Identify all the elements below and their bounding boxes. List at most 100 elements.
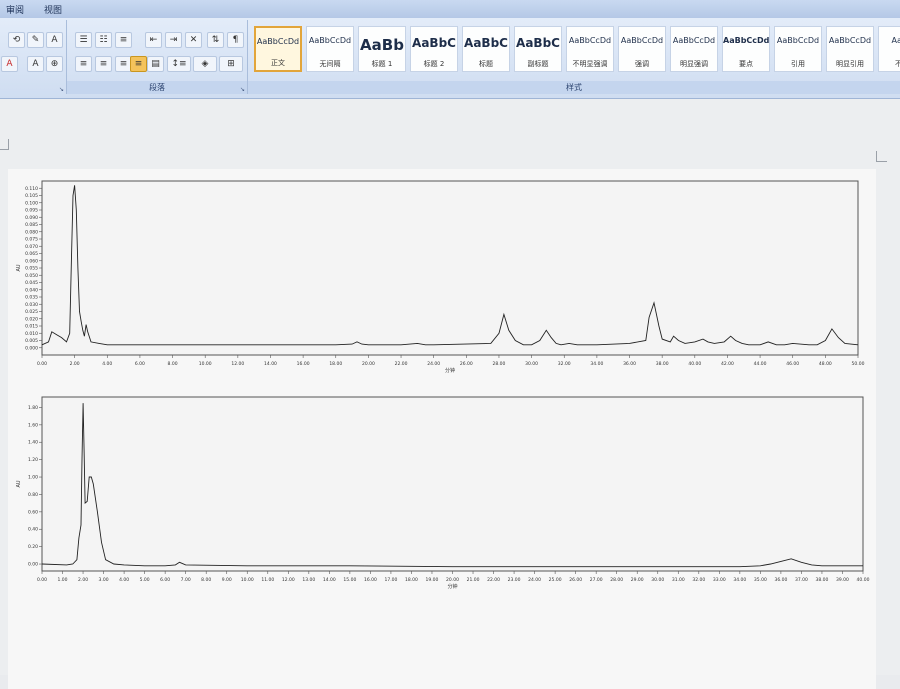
align-center-icon[interactable]: ≡ — [95, 56, 112, 72]
style-sample: AaBbCcDd — [672, 36, 716, 45]
y-tick-label: 0.020 — [25, 316, 38, 322]
x-tick-label: 8.00 — [168, 361, 178, 367]
chinese-layout-icon[interactable]: ✕ — [185, 32, 202, 48]
x-tick-label: 7.00 — [181, 577, 191, 583]
shading-icon[interactable]: ◈ — [193, 56, 217, 72]
x-tick-label: 34.00 — [733, 577, 746, 583]
paragraph-group: ☰ ☷ ≡ ⇤ ⇥ ✕ ⇅ ¶ ≡ ≡ ≡ ≡ ▤ ↕≡ ◈ ⊞ 段落 ↘ — [67, 20, 248, 94]
x-tick-label: 19.00 — [426, 577, 439, 583]
text-effect-icon[interactable]: A — [46, 32, 63, 48]
y-tick-label: 0.030 — [25, 302, 38, 308]
font-color-icon[interactable]: A — [1, 56, 18, 72]
style-sample: AaBbCcDd — [568, 36, 612, 45]
x-tick-label: 30.00 — [525, 361, 538, 367]
style-sample: AaBbC — [516, 36, 560, 50]
style-tile-5[interactable]: AaBbC 副标题 — [514, 26, 562, 72]
x-tick-label: 20.00 — [362, 361, 375, 367]
y-tick-label: 0.040 — [25, 287, 38, 293]
x-tick-label: 23.00 — [508, 577, 521, 583]
menu-item-view[interactable]: 视图 — [44, 3, 62, 16]
borders-icon[interactable]: ⊞ — [219, 56, 243, 72]
x-tick-label: 29.00 — [631, 577, 644, 583]
x-tick-label: 9.00 — [222, 577, 232, 583]
distribute-icon[interactable]: ▤ — [147, 56, 164, 72]
x-tick-label: 18.00 — [405, 577, 418, 583]
style-name: 引用 — [791, 60, 805, 68]
multilevel-list-icon[interactable]: ≡ — [115, 32, 132, 48]
style-tile-7[interactable]: AaBbCcDd 强调 — [618, 26, 666, 72]
x-tick-label: 37.00 — [795, 577, 808, 583]
style-tile-10[interactable]: AaBbCcDd 引用 — [774, 26, 822, 72]
chromatogram-1-svg: 0.00 2.00 4.00 6.00 8.00 10.00 12.00 14.00 16.00… — [16, 180, 865, 374]
x-tick-label: 6.00 — [135, 361, 145, 367]
char-shading-icon[interactable]: A — [27, 56, 44, 72]
y-tick-label: 0.80 — [28, 492, 38, 498]
style-tile-1[interactable]: AaBbCcDd 无间隔 — [306, 26, 354, 72]
x-tick-label: 25.00 — [549, 577, 562, 583]
align-left-icon[interactable]: ≡ — [75, 56, 92, 72]
document-page[interactable]: 0.00 2.00 4.00 6.00 8.00 10.00 12.00 14.00 16.00… — [8, 169, 876, 689]
style-tile-6[interactable]: AaBbCcDd 不明显强调 — [566, 26, 614, 72]
y-tick-label: 0.000 — [25, 345, 38, 351]
font-dialog-launcher-icon[interactable]: ↘ — [59, 86, 64, 93]
x-tick-label: 4.00 — [119, 577, 129, 583]
y-tick-label: 0.20 — [28, 544, 38, 550]
style-tile-9[interactable]: AaBbCcDd 要点 — [722, 26, 770, 72]
style-name: 不明显强调 — [572, 60, 608, 68]
sort-icon[interactable]: ⇅ — [207, 32, 224, 48]
line-spacing-icon[interactable]: ↕≡ — [167, 56, 191, 72]
x-tick-label: 15.00 — [343, 577, 356, 583]
style-name: 标题 2 — [423, 60, 445, 68]
x-tick-label: 22.00 — [395, 361, 408, 367]
y-tick-label: 0.110 — [25, 186, 38, 192]
y-axis-label: AU — [16, 264, 22, 271]
clear-format-icon[interactable]: ⟲ — [8, 32, 25, 48]
plot-frame — [41, 396, 864, 572]
y-tick-label: 1.40 — [28, 440, 38, 446]
margin-corner-mark — [876, 151, 887, 162]
x-tick-label: 22.00 — [487, 577, 500, 583]
show-marks-icon[interactable]: ¶ — [227, 32, 244, 48]
style-name: 明显强调 — [680, 60, 708, 68]
y-tick-label: 0.035 — [25, 295, 38, 301]
chromatogram-2-svg: 0.00 1.00 2.00 3.00 4.00 5.00 6.00 7.00 8.00 9.00… — [16, 396, 870, 590]
x-tick-label: 2.00 — [78, 577, 88, 583]
justify-icon[interactable]: ≡ — [130, 56, 147, 72]
x-tick-label: 17.00 — [384, 577, 397, 583]
style-tile-12[interactable]: AaBb 不明 — [878, 26, 900, 72]
style-sample: AaBbC — [412, 36, 456, 50]
style-sample: AaBbCcDd — [620, 36, 664, 45]
x-tick-label: 30.00 — [651, 577, 664, 583]
style-name: 要点 — [739, 60, 753, 68]
bullets-icon[interactable]: ☰ — [75, 32, 92, 48]
style-sample: AaBbCcDd — [828, 36, 872, 45]
style-tile-2[interactable]: AaBb 标题 1 — [358, 26, 406, 72]
y-tick-label: 1.00 — [28, 475, 38, 481]
x-tick-label: 16.00 — [297, 361, 310, 367]
x-tick-label: 46.00 — [786, 361, 799, 367]
x-tick-label: 6.00 — [160, 577, 170, 583]
style-tile-11[interactable]: AaBbCcDd 明显引用 — [826, 26, 874, 72]
menu-item-review[interactable]: 审阅 — [6, 3, 24, 16]
style-tile-0[interactable]: AaBbCcDd 正文 — [254, 26, 302, 72]
document-area: 0.00 2.00 4.00 6.00 8.00 10.00 12.00 14.00 16.00… — [0, 99, 900, 689]
paragraph-dialog-launcher-icon[interactable]: ↘ — [240, 86, 245, 93]
increase-indent-icon[interactable]: ⇥ — [165, 32, 182, 48]
plot-frame — [41, 180, 859, 356]
margin-corner-mark — [0, 139, 9, 150]
style-tile-8[interactable]: AaBbCcDd 明显强调 — [670, 26, 718, 72]
x-tick-label: 40.00 — [857, 577, 870, 583]
x-tick-label: 50.00 — [852, 361, 865, 367]
style-tile-3[interactable]: AaBbC 标题 2 — [410, 26, 458, 72]
numbering-icon[interactable]: ☷ — [95, 32, 112, 48]
x-tick-label: 18.00 — [329, 361, 342, 367]
decrease-indent-icon[interactable]: ⇤ — [145, 32, 162, 48]
style-name: 强调 — [635, 60, 649, 68]
x-tick-label: 5.00 — [140, 577, 150, 583]
style-sample: AaBb — [360, 36, 404, 54]
enclose-char-icon[interactable]: ⊕ — [46, 56, 63, 72]
style-tile-4[interactable]: AaBbC 标题 — [462, 26, 510, 72]
style-sample: AaBbCcDd — [776, 36, 820, 45]
x-tick-label: 27.00 — [590, 577, 603, 583]
highlight-icon[interactable]: ✎ — [27, 32, 44, 48]
